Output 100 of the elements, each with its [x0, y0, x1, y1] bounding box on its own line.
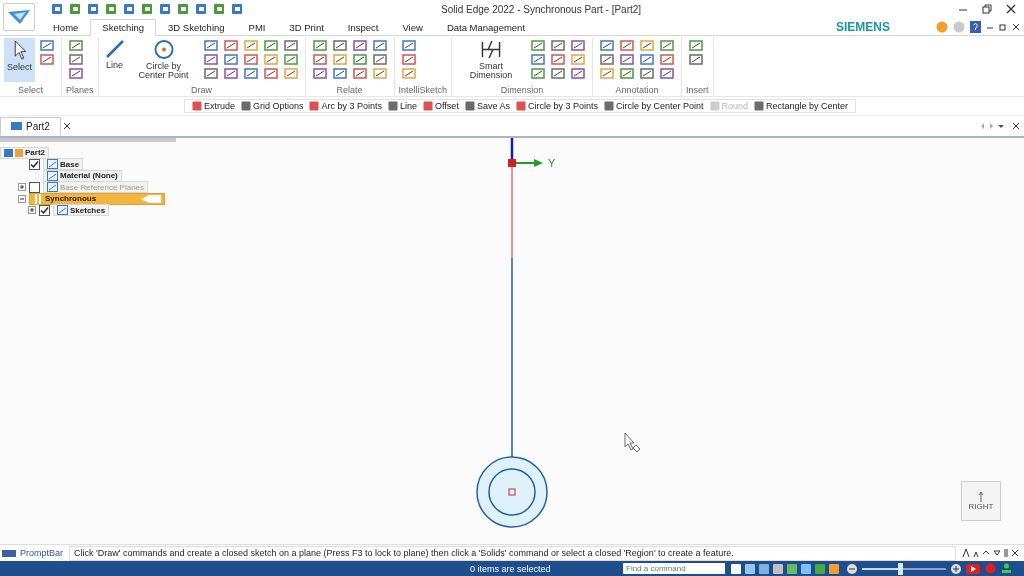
ribbon-tab[interactable]: Home	[41, 19, 91, 35]
toolbar-icon[interactable]	[352, 39, 367, 51]
toolbar-icon[interactable]	[660, 53, 675, 65]
toolbar-icon[interactable]	[159, 3, 171, 15]
toolbar-icon[interactable]	[332, 67, 347, 79]
toolbar-icon[interactable]	[243, 67, 258, 79]
command-button[interactable]: Circle by 3 Points	[512, 101, 601, 111]
toolbar-icon[interactable]	[283, 67, 298, 79]
ribbon-tab[interactable]: PMI	[236, 19, 278, 35]
restore-icon[interactable]	[982, 4, 992, 14]
tree-item[interactable]: Material (None)	[43, 169, 122, 182]
toolbar-icon[interactable]	[69, 3, 81, 15]
toolbar-icon[interactable]	[195, 3, 207, 15]
checkbox[interactable]	[39, 204, 50, 216]
toolbar-icon[interactable]	[51, 3, 63, 15]
view-tools-icon[interactable]	[730, 562, 842, 575]
application-button[interactable]	[3, 3, 35, 31]
toolbar-icon[interactable]	[689, 53, 704, 65]
toolbar-icon[interactable]	[312, 67, 327, 79]
close-icon[interactable]	[1012, 22, 1020, 31]
toolbar-icon[interactable]	[69, 53, 83, 65]
toolbar-icon[interactable]	[551, 67, 566, 79]
person-icon[interactable]	[1001, 563, 1012, 574]
expand-icon[interactable]	[28, 206, 36, 214]
view-cube[interactable]: RIGHT	[961, 481, 1001, 521]
toolbar-icon[interactable]	[40, 39, 54, 51]
toolbar-icon[interactable]	[87, 3, 99, 15]
toolbar-icon[interactable]	[352, 53, 367, 65]
command-button[interactable]: Extrude	[188, 101, 238, 111]
ribbon-tab[interactable]: 3D Print	[277, 19, 336, 35]
toolbar-icon[interactable]	[640, 39, 655, 51]
toolbar-icon[interactable]	[372, 39, 387, 51]
zoom-in-icon[interactable]	[951, 563, 961, 574]
close-icon[interactable]	[1012, 122, 1020, 130]
toolbar-icon[interactable]	[223, 39, 238, 51]
toolbar-icon[interactable]	[263, 53, 278, 65]
toolbar-icon[interactable]	[640, 53, 655, 65]
command-button[interactable]: Grid Options	[237, 101, 307, 111]
toolbar-icon[interactable]	[401, 67, 416, 79]
ribbon-tab[interactable]: Inspect	[335, 19, 391, 35]
toolbar-icon[interactable]	[689, 39, 704, 51]
toolbar-icon[interactable]	[203, 53, 218, 65]
toolbar-icon[interactable]	[660, 67, 675, 79]
close-icon[interactable]	[62, 122, 71, 130]
close-icon[interactable]	[1006, 4, 1016, 14]
toolbar-icon[interactable]	[177, 3, 189, 15]
toolbar-icon[interactable]	[571, 67, 586, 79]
toolbar-icon[interactable]	[243, 53, 258, 65]
toolbar-icon[interactable]	[263, 39, 278, 51]
toolbar-icon[interactable]	[283, 53, 298, 65]
tree-item[interactable]: Part2	[0, 146, 49, 159]
toolbar-icon[interactable]	[123, 3, 135, 15]
toolbar-icon[interactable]	[231, 3, 243, 15]
toolbar-icon[interactable]	[263, 67, 278, 79]
toolbar-icon[interactable]	[640, 67, 655, 79]
toolbar-icon[interactable]	[213, 3, 225, 15]
ribbon-button[interactable]: Select	[4, 38, 35, 82]
tree-item[interactable]: Base	[43, 158, 84, 170]
zoom-slider[interactable]	[862, 562, 946, 575]
toolbar-icon[interactable]	[551, 39, 566, 51]
toolbar-icon[interactable]	[620, 39, 635, 51]
toolbar-icon[interactable]	[372, 53, 387, 65]
toolbar-icon[interactable]	[203, 67, 218, 79]
command-button[interactable]: Arc by 3 Points	[306, 101, 385, 111]
toolbar-icon[interactable]	[352, 67, 367, 79]
restore-icon[interactable]	[999, 22, 1007, 31]
toolbar-icon[interactable]	[600, 39, 615, 51]
toolbar-icon[interactable]	[600, 67, 615, 79]
toolbar-icon[interactable]	[600, 53, 615, 65]
toolbar-icon[interactable]	[372, 67, 387, 79]
toolbar-icon[interactable]	[105, 3, 117, 15]
toolbar-icon[interactable]	[40, 53, 54, 65]
ribbon-tab[interactable]: 3D Sketching	[156, 19, 237, 35]
tab-navigation-icon[interactable]	[980, 122, 1006, 130]
toolbar-icon[interactable]	[571, 39, 586, 51]
toolbar-icon[interactable]	[332, 39, 347, 51]
document-tab[interactable]: Part2	[0, 116, 61, 136]
command-button[interactable]: Offset	[420, 101, 462, 111]
toolbar-icon[interactable]	[551, 53, 566, 65]
toolbar-icon[interactable]	[243, 39, 258, 51]
toolbar-icon[interactable]	[312, 53, 327, 65]
collapse-icon[interactable]	[18, 194, 26, 203]
toolbar-icon[interactable]	[571, 53, 586, 65]
command-button[interactable]: Save As	[461, 101, 513, 111]
toolbar-icon[interactable]	[401, 39, 416, 51]
tree-item[interactable]: Sketches	[53, 204, 110, 216]
ribbon-tab[interactable]: Sketching	[90, 19, 157, 36]
command-button[interactable]: Rectangle by Center	[751, 101, 852, 111]
ribbon-button[interactable]: Line	[102, 38, 127, 82]
toolbar-icon[interactable]	[203, 39, 218, 51]
sketch-circle[interactable]	[476, 456, 548, 528]
command-button[interactable]: Line	[385, 101, 421, 111]
help-icon[interactable]	[970, 20, 981, 33]
toolbar-icon[interactable]	[531, 67, 546, 79]
video-icon[interactable]	[966, 563, 980, 574]
toolbar-icon[interactable]	[69, 67, 83, 79]
toolbar-icon[interactable]	[283, 39, 298, 51]
toolbar-icon[interactable]	[531, 53, 546, 65]
ribbon-button[interactable]: Circle by Center Point	[128, 38, 199, 82]
toolbar-icon[interactable]	[141, 3, 153, 15]
